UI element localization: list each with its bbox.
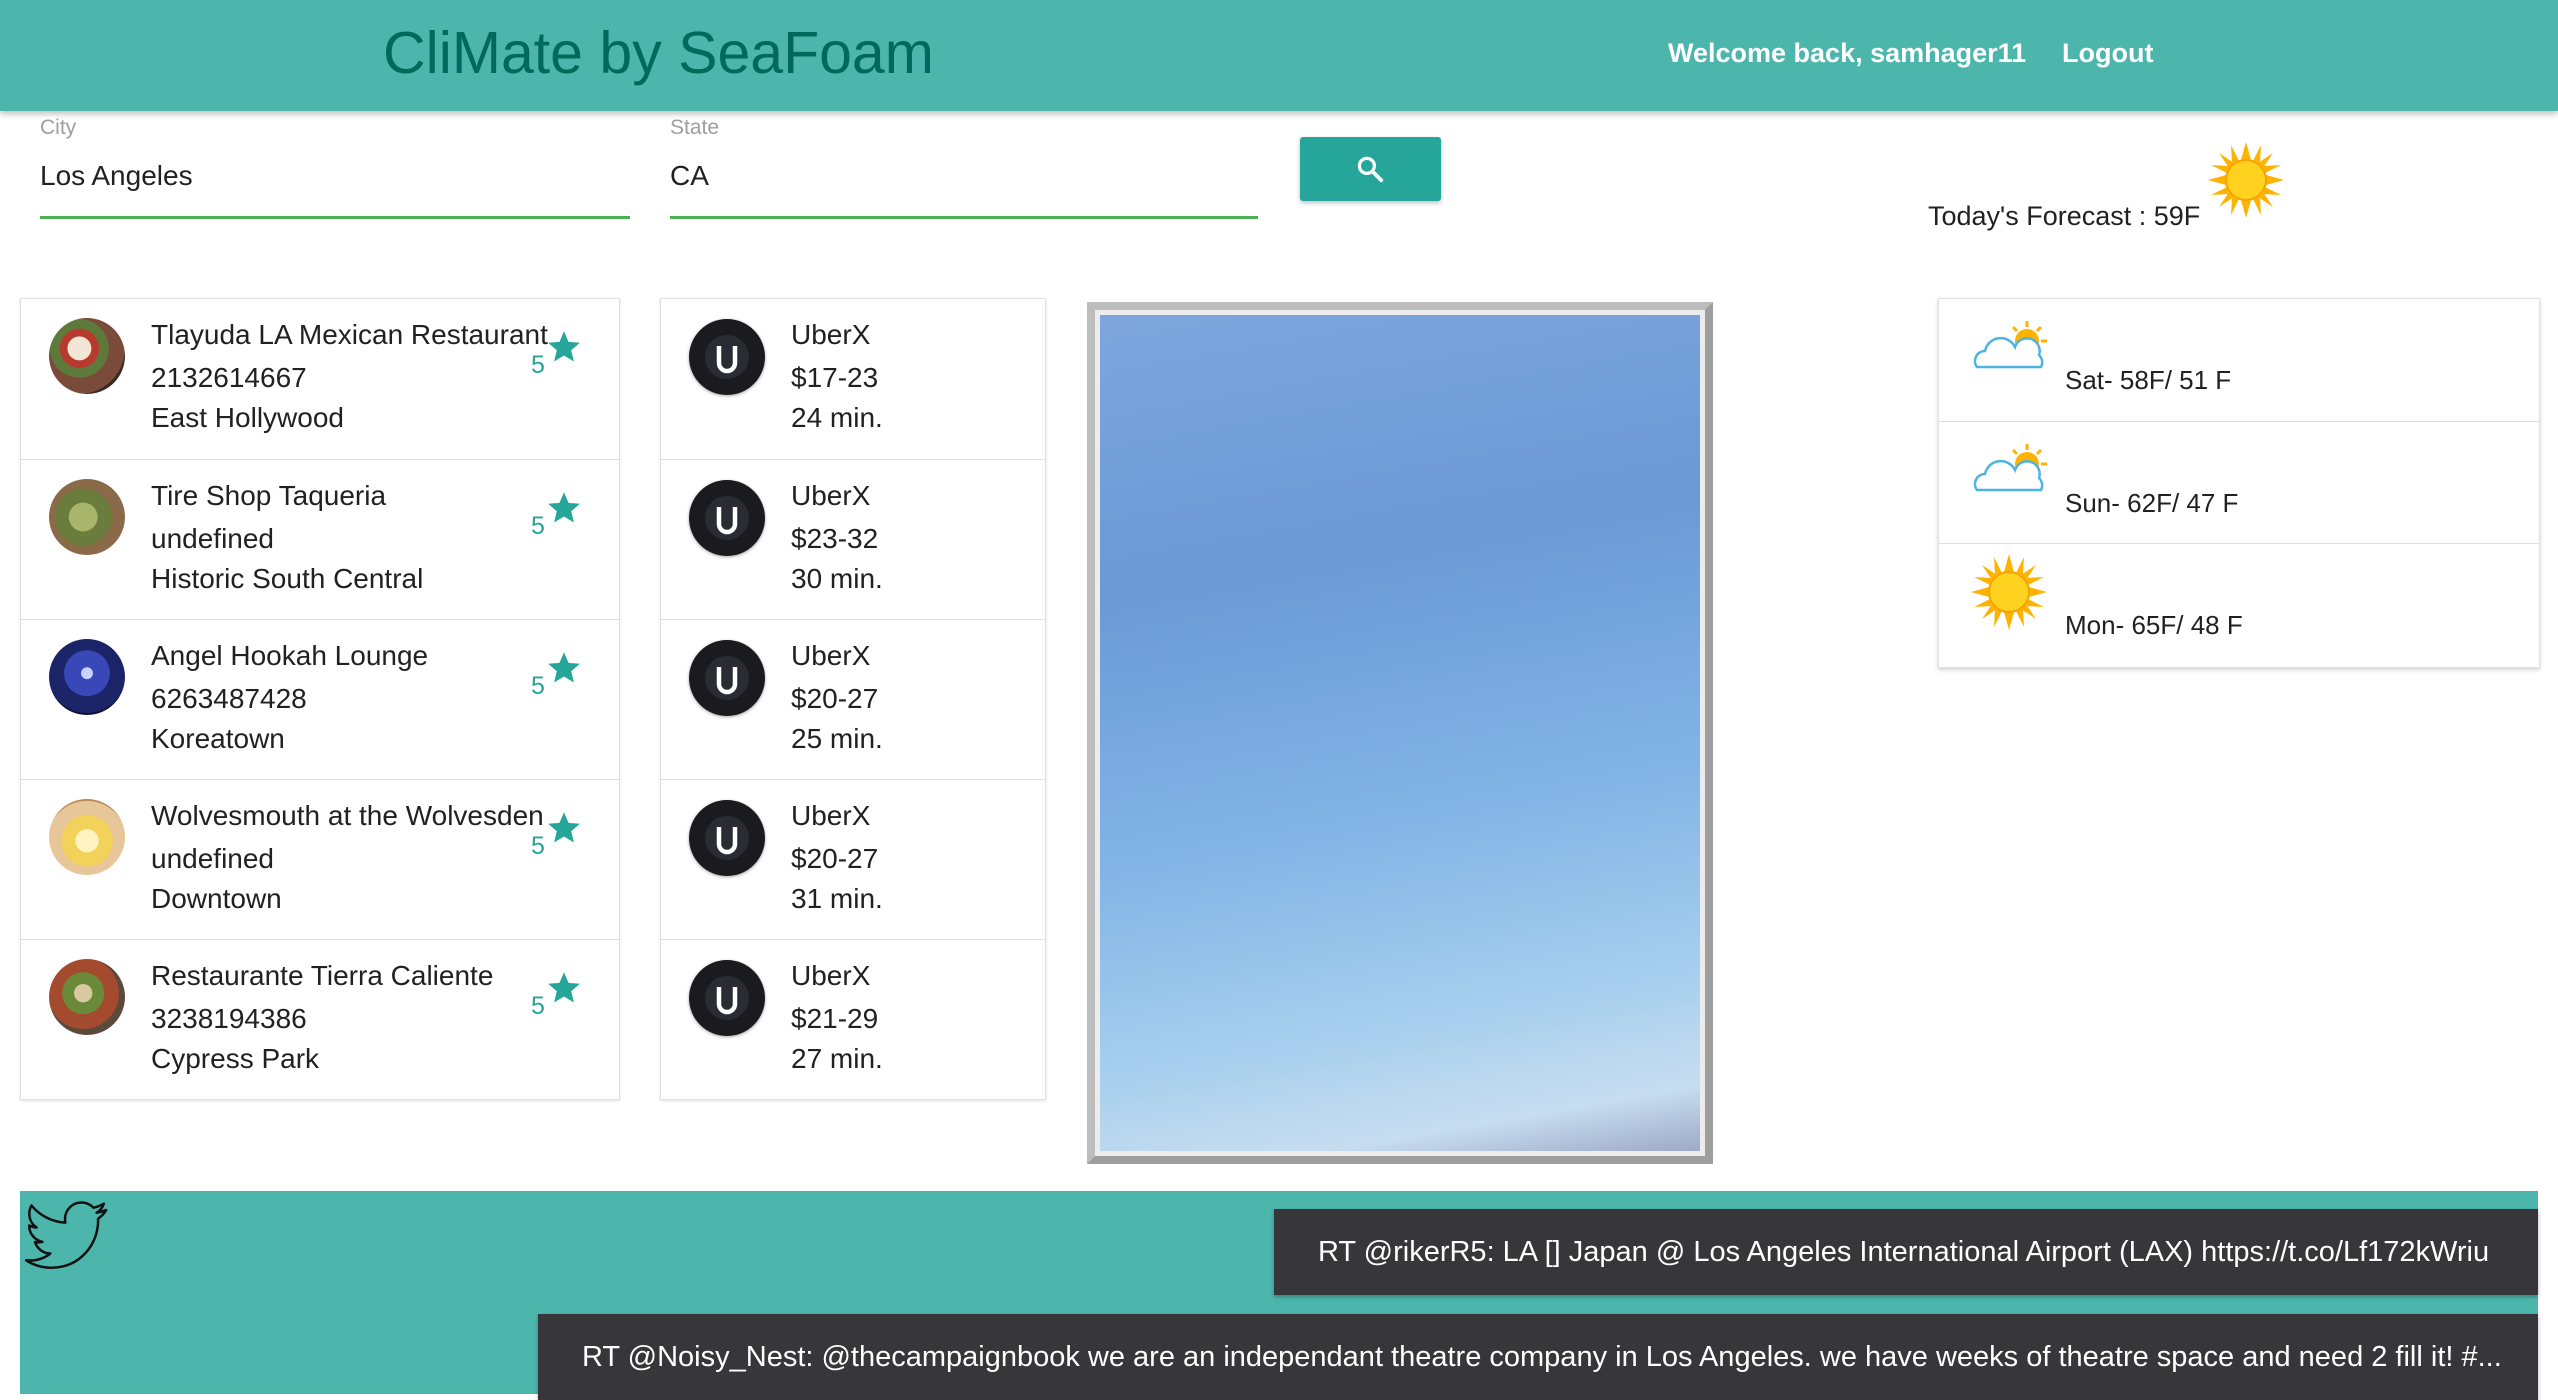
- restaurant-name: Tire Shop Taqueria: [151, 480, 387, 511]
- star-icon: [548, 331, 580, 362]
- ride-type: UberX: [791, 640, 871, 671]
- restaurant-area: Koreatown: [151, 723, 285, 754]
- forecast-text: Sun- 62F/ 47 F: [2065, 488, 2239, 518]
- forecast-text: Sat- 58F/ 51 F: [2065, 365, 2232, 395]
- uber-logo-icon: [689, 960, 765, 1036]
- sun-icon: [2208, 142, 2284, 218]
- restaurant-avatar: [49, 639, 125, 715]
- top-nav-bar: CliMate by SeaFoam Welcome back, samhage…: [0, 0, 2558, 111]
- state-underline: [670, 216, 1258, 219]
- ride-eta: 24 min.: [791, 402, 883, 433]
- tweet-item[interactable]: RT @Noisy_Nest: @thecampaignbook we are …: [538, 1314, 2538, 1400]
- restaurant-list: Tlayuda LA Mexican Restaurant 2132614667…: [20, 298, 620, 1100]
- restaurant-item[interactable]: Tire Shop Taqueria undefined Historic So…: [21, 459, 619, 618]
- restaurant-area: Historic South Central: [151, 563, 424, 594]
- search-icon: [1357, 156, 1384, 183]
- twitter-feed: RT @rikerR5: LA [] Japan @ Los Angeles I…: [20, 1191, 2538, 1400]
- ride-type: UberX: [791, 960, 871, 991]
- state-input[interactable]: [670, 156, 1258, 196]
- restaurant-name: Angel Hookah Lounge: [151, 640, 429, 671]
- restaurant-area: East Hollywood: [151, 402, 344, 433]
- city-label: City: [40, 116, 77, 139]
- tweet-item[interactable]: RT @rikerR5: LA [] Japan @ Los Angeles I…: [1274, 1209, 2538, 1295]
- ride-type: UberX: [791, 480, 871, 511]
- ride-price: $21-29: [791, 1003, 879, 1034]
- restaurant-phone: undefined: [151, 523, 275, 554]
- ride-type: UberX: [791, 800, 871, 831]
- search-button[interactable]: [1300, 137, 1441, 201]
- uber-logo-icon: [689, 800, 765, 876]
- restaurant-item[interactable]: Wolvesmouth at the Wolvesden undefined D…: [21, 779, 619, 938]
- weather-forecast-list: Sat- 58F/ 51 F Sun- 62F/ 47 F Mon- 65F/ …: [1938, 298, 2540, 668]
- ride-item[interactable]: UberX $20-27 31 min.: [661, 779, 1045, 938]
- restaurant-area: Downtown: [151, 883, 282, 914]
- city-field: City: [40, 116, 630, 226]
- restaurant-area: Cypress Park: [151, 1043, 320, 1074]
- restaurant-avatar: [49, 479, 125, 555]
- ride-item[interactable]: UberX $23-32 30 min.: [661, 459, 1045, 618]
- restaurant-phone: 6263487428: [151, 683, 307, 714]
- restaurant-phone: 2132614667: [151, 362, 307, 393]
- forecast-item: Sat- 58F/ 51 F: [1939, 299, 2539, 421]
- restaurant-phone: 3238194386: [151, 1003, 307, 1034]
- star-icon: [548, 492, 580, 523]
- uber-logo-icon: [689, 640, 765, 716]
- ride-type: UberX: [791, 319, 871, 350]
- twitter-bird-icon: [24, 1201, 108, 1269]
- rating-value: 5: [531, 672, 545, 700]
- ride-price: $20-27: [791, 683, 879, 714]
- restaurant-avatar: [49, 318, 125, 394]
- ride-item[interactable]: UberX $21-29 27 min.: [661, 939, 1045, 1098]
- ride-item[interactable]: UberX $17-23 24 min.: [661, 299, 1045, 458]
- restaurant-item[interactable]: Restaurante Tierra Caliente 3238194386 C…: [21, 939, 619, 1098]
- todays-forecast: Today's Forecast : 59F: [1928, 201, 2201, 231]
- partly-cloudy-icon: [1973, 321, 2047, 369]
- star-icon: [548, 972, 580, 1003]
- restaurant-avatar: [49, 959, 125, 1035]
- restaurant-avatar: [49, 799, 125, 875]
- state-field: State: [670, 116, 1258, 226]
- ride-eta: 25 min.: [791, 723, 883, 754]
- star-icon: [548, 812, 580, 843]
- restaurant-name: Restaurante Tierra Caliente: [151, 960, 494, 991]
- forecast-item: Mon- 65F/ 48 F: [1939, 543, 2539, 665]
- partly-cloudy-icon: [1973, 444, 2047, 492]
- city-input[interactable]: [40, 156, 630, 196]
- restaurant-item[interactable]: Tlayuda LA Mexican Restaurant 2132614667…: [21, 299, 619, 458]
- sky-photo: [1100, 315, 1700, 1151]
- ride-eta: 30 min.: [791, 563, 883, 594]
- uber-logo-icon: [689, 319, 765, 395]
- uber-logo-icon: [689, 480, 765, 556]
- forecast-item: Sun- 62F/ 47 F: [1939, 421, 2539, 543]
- forecast-text: Mon- 65F/ 48 F: [2065, 610, 2243, 640]
- star-icon: [548, 652, 580, 683]
- sun-icon: [1971, 554, 2047, 630]
- restaurant-name: Tlayuda LA Mexican Restaurant: [151, 319, 548, 350]
- restaurant-name: Wolvesmouth at the Wolvesden: [151, 800, 544, 831]
- sky-photo-frame: [1087, 302, 1713, 1164]
- welcome-message: Welcome back, samhager11: [1668, 38, 2027, 68]
- ride-price: $17-23: [791, 362, 879, 393]
- restaurant-item[interactable]: Angel Hookah Lounge 6263487428 Koreatown…: [21, 619, 619, 778]
- rating-value: 5: [531, 992, 545, 1020]
- city-underline: [40, 216, 630, 219]
- restaurant-phone: undefined: [151, 843, 275, 874]
- rating-value: 5: [531, 351, 545, 379]
- ride-list: UberX $17-23 24 min. UberX $23-32 30 min…: [660, 298, 1046, 1100]
- rating-value: 5: [531, 512, 545, 540]
- ride-item[interactable]: UberX $20-27 25 min.: [661, 619, 1045, 778]
- ride-eta: 27 min.: [791, 1043, 883, 1074]
- ride-price: $23-32: [791, 523, 879, 554]
- ride-price: $20-27: [791, 843, 879, 874]
- rating-value: 5: [531, 832, 545, 860]
- ride-eta: 31 min.: [791, 883, 883, 914]
- app-title[interactable]: CliMate by SeaFoam: [383, 18, 934, 88]
- logout-link[interactable]: Logout: [2062, 36, 2153, 70]
- state-label: State: [670, 116, 720, 139]
